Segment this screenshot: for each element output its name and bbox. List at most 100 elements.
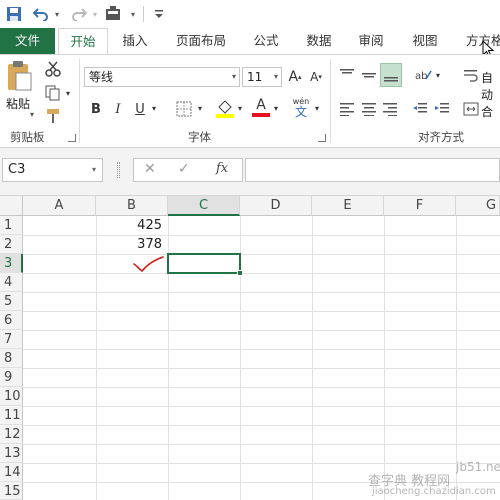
ribbon-tabs: 文件 开始 插入 页面布局 公式 数据 审阅 视图 方方格 — [0, 28, 500, 58]
orientation-dropdown-icon[interactable]: ▾ — [434, 69, 442, 81]
paste-dropdown-icon[interactable]: ▾ — [30, 110, 34, 119]
bottom-align-icon[interactable] — [380, 63, 402, 87]
cell-b1[interactable]: 425 — [97, 216, 165, 235]
phonetic-guide-icon[interactable]: wén 文 — [290, 95, 312, 119]
row-header-11[interactable]: 11 — [0, 406, 23, 425]
middle-align-icon[interactable] — [359, 65, 379, 85]
formula-input[interactable] — [245, 158, 500, 182]
customize-icon[interactable] — [104, 4, 126, 24]
tab-data[interactable]: 数据 — [298, 28, 340, 54]
tab-file[interactable]: 文件 — [0, 28, 55, 54]
gridline — [23, 254, 500, 255]
row-header-3[interactable]: 3 — [0, 254, 23, 273]
wrap-text-icon[interactable] — [462, 65, 480, 85]
enter-icon[interactable]: ✓ — [178, 161, 190, 177]
underline-dropdown-icon[interactable]: ▾ — [150, 101, 158, 115]
row-header-1[interactable]: 1 — [0, 216, 23, 235]
fill-color-icon[interactable] — [214, 97, 236, 119]
redo-icon[interactable] — [70, 4, 88, 24]
watermark-url: jiaocheng.chazidian.com — [372, 486, 496, 497]
fill-handle[interactable] — [237, 270, 243, 276]
paste-label[interactable]: 粘贴 — [6, 95, 30, 112]
align-center-icon[interactable] — [359, 99, 379, 119]
wrap-text-label[interactable]: 自动 — [481, 69, 500, 103]
tab-page-layout[interactable]: 页面布局 — [170, 28, 232, 54]
redo-dropdown-icon[interactable]: ▾ — [90, 4, 100, 24]
row-header-8[interactable]: 8 — [0, 349, 23, 368]
format-painter-icon[interactable] — [42, 107, 64, 125]
underline-icon[interactable]: U — [132, 99, 148, 119]
tab-formulas[interactable]: 公式 — [246, 28, 286, 54]
font-launcher-icon[interactable] — [318, 134, 326, 142]
column-header-f[interactable]: F — [384, 196, 456, 216]
name-box[interactable]: C3 ▾ — [2, 158, 103, 182]
insert-function-icon[interactable]: fx — [216, 161, 228, 176]
cut-icon[interactable] — [42, 59, 64, 79]
qat-separator — [143, 6, 144, 22]
gridline — [23, 425, 500, 426]
formula-bar: C3 ▾ ✕ ✓ fx — [0, 148, 500, 196]
undo-icon[interactable] — [32, 4, 50, 24]
align-right-icon[interactable] — [380, 99, 400, 119]
undo-dropdown-icon[interactable]: ▾ — [52, 4, 62, 24]
decrease-indent-icon[interactable] — [410, 99, 430, 119]
top-align-icon[interactable] — [337, 65, 357, 85]
column-header-g[interactable]: G — [456, 196, 500, 216]
column-header-b[interactable]: B — [96, 196, 168, 216]
tab-home[interactable]: 开始 — [58, 28, 108, 55]
selected-cell-c3[interactable] — [167, 253, 243, 276]
font-color-icon[interactable]: A — [250, 95, 272, 119]
clipboard-launcher-icon[interactable] — [68, 134, 76, 142]
font-color-dropdown-icon[interactable]: ▾ — [272, 101, 280, 115]
increase-indent-icon[interactable] — [432, 99, 452, 119]
row-header-9[interactable]: 9 — [0, 368, 23, 387]
tab-review[interactable]: 审阅 — [350, 28, 392, 54]
fill-color-dropdown-icon[interactable]: ▾ — [236, 101, 244, 115]
gridline — [23, 273, 500, 274]
row-header-14[interactable]: 14 — [0, 463, 23, 482]
orientation-icon[interactable]: ab — [412, 65, 434, 85]
row-header-7[interactable]: 7 — [0, 330, 23, 349]
qat-dropdown-icon[interactable] — [152, 4, 166, 24]
row-header-6[interactable]: 6 — [0, 311, 23, 330]
customize-dropdown-icon[interactable]: ▾ — [128, 4, 138, 24]
row-header-5[interactable]: 5 — [0, 292, 23, 311]
row-header-12[interactable]: 12 — [0, 425, 23, 444]
tab-insert[interactable]: 插入 — [113, 28, 157, 54]
gridline — [23, 387, 500, 388]
row-header-4[interactable]: 4 — [0, 273, 23, 292]
column-header-c[interactable]: C — [168, 196, 240, 216]
row-header-15[interactable]: 15 — [0, 482, 23, 500]
copy-icon[interactable] — [42, 83, 64, 103]
copy-dropdown-icon[interactable]: ▾ — [64, 87, 72, 99]
increase-font-icon[interactable]: A ▴ — [286, 67, 304, 87]
select-all-corner[interactable] — [0, 196, 23, 216]
formula-bar-splitter[interactable] — [117, 162, 120, 178]
merge-center-label[interactable]: 合 — [481, 103, 493, 120]
font-name-select[interactable]: 等线 ▾ — [84, 67, 240, 87]
gridline — [312, 216, 313, 500]
quick-access-toolbar: ▾ ▾ ▾ — [0, 0, 500, 28]
column-header-e[interactable]: E — [312, 196, 384, 216]
tab-view[interactable]: 视图 — [404, 28, 446, 54]
gridline — [23, 330, 500, 331]
merge-center-icon[interactable] — [462, 99, 480, 119]
font-size-select[interactable]: 11 ▾ — [242, 67, 282, 87]
row-header-13[interactable]: 13 — [0, 444, 23, 463]
decrease-font-icon[interactable]: A ▾ — [307, 67, 325, 87]
align-left-icon[interactable] — [337, 99, 357, 119]
paste-icon[interactable] — [4, 59, 34, 93]
row-header-10[interactable]: 10 — [0, 387, 23, 406]
borders-dropdown-icon[interactable]: ▾ — [196, 101, 204, 115]
save-icon[interactable] — [4, 4, 24, 24]
font-color-bar — [252, 113, 270, 117]
cancel-icon[interactable]: ✕ — [144, 161, 156, 177]
row-header-2[interactable]: 2 — [0, 235, 23, 254]
italic-icon[interactable]: I — [110, 99, 126, 119]
borders-icon[interactable] — [174, 99, 194, 119]
phonetic-dropdown-icon[interactable]: ▾ — [313, 101, 321, 115]
column-header-d[interactable]: D — [240, 196, 312, 216]
bold-icon[interactable]: B — [88, 99, 104, 119]
column-header-a[interactable]: A — [23, 196, 96, 216]
cell-b2[interactable]: 378 — [97, 235, 165, 254]
